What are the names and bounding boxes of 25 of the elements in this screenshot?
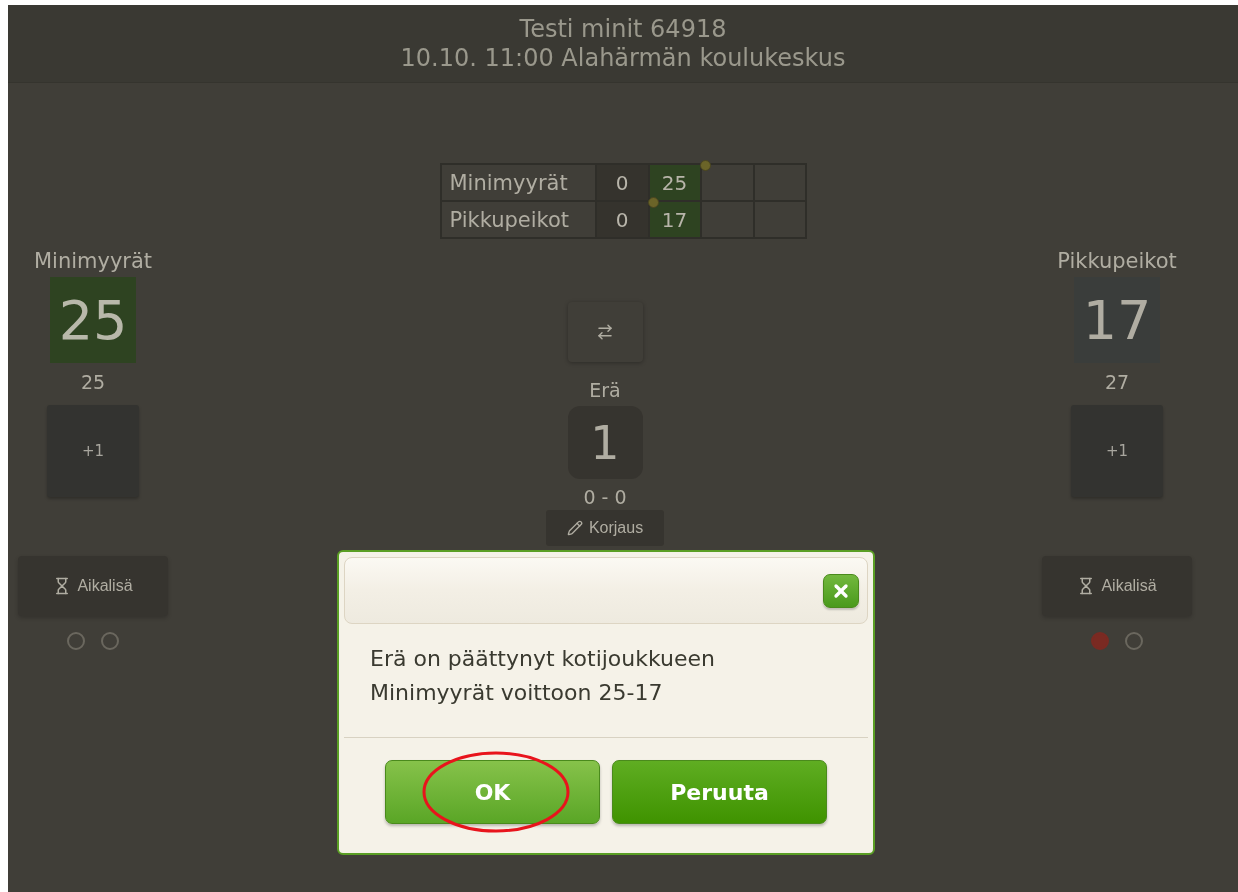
swap-arrows-icon bbox=[596, 323, 614, 341]
table-cell: Minimyyrät bbox=[440, 164, 596, 201]
cancel-button[interactable]: Peruuta bbox=[612, 760, 827, 824]
timeout-button[interactable]: Aikalisä bbox=[1042, 556, 1192, 616]
score-display: 25 bbox=[50, 277, 136, 363]
correction-button[interactable]: Korjaus bbox=[546, 510, 664, 546]
close-button[interactable] bbox=[823, 573, 859, 608]
set-label: Erä bbox=[589, 378, 621, 402]
add-point-button[interactable]: +1 bbox=[47, 405, 139, 497]
match-title: Testi minit 64918 bbox=[519, 14, 727, 44]
dialog-message: Erä on päättynyt kotijoukkueen Minimyyrät voittoon 25-17 bbox=[370, 645, 717, 707]
pencil-icon bbox=[566, 520, 583, 536]
team-name: Minimyyrät bbox=[33, 248, 153, 274]
team-name: Pikkupeikot bbox=[1057, 248, 1177, 274]
table-cell: 0 bbox=[595, 164, 649, 201]
total-points: 27 bbox=[1104, 371, 1130, 393]
add-point-button[interactable]: +1 bbox=[1071, 405, 1163, 497]
table-cell: 0 bbox=[595, 201, 649, 238]
set-score: 0 - 0 bbox=[583, 486, 627, 508]
set-number: 1 bbox=[567, 406, 643, 479]
timeout-button[interactable]: Aikalisä bbox=[18, 556, 168, 616]
table-cell: Pikkupeikot bbox=[440, 201, 596, 238]
total-points: 25 bbox=[80, 371, 106, 393]
match-info: 10.10. 11:00 Alahärmän koulukeskus bbox=[400, 43, 846, 73]
score-display: 17 bbox=[1074, 277, 1160, 363]
